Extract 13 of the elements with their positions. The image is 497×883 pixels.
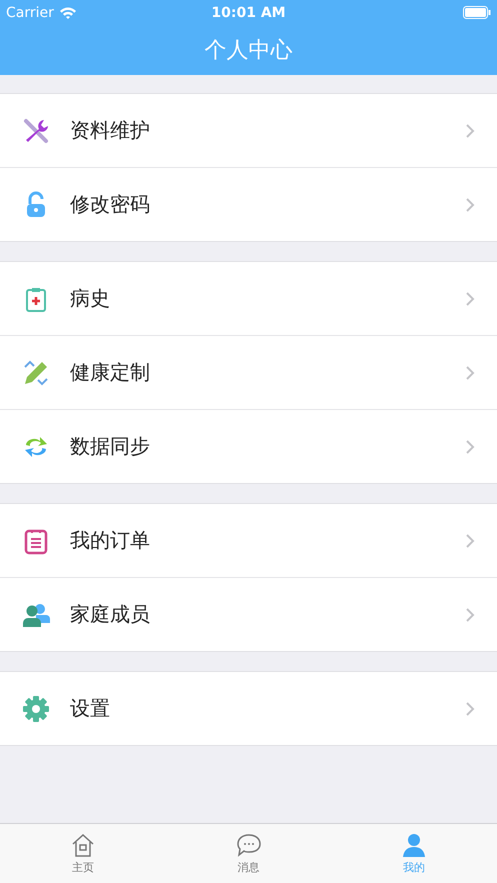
status-time: 10:01 AM	[211, 4, 286, 20]
page-title: 个人中心	[204, 37, 292, 65]
menu-item[interactable]: 病史	[70, 285, 445, 312]
menu-item[interactable]: 资料维护	[70, 117, 445, 144]
menu-item[interactable]: 家庭成员	[70, 601, 445, 628]
tab-item[interactable]: 主页	[0, 824, 166, 883]
menu-item[interactable]: 修改密码	[70, 191, 445, 218]
menu-item[interactable]: 设置	[70, 695, 445, 722]
menu-item[interactable]: 数据同步	[70, 433, 445, 460]
tab-item[interactable]: 消息	[166, 824, 332, 883]
menu-item[interactable]: 健康定制	[70, 359, 445, 386]
menu-item[interactable]: 我的订单	[70, 527, 445, 554]
carrier-label: Carrier	[6, 4, 54, 20]
